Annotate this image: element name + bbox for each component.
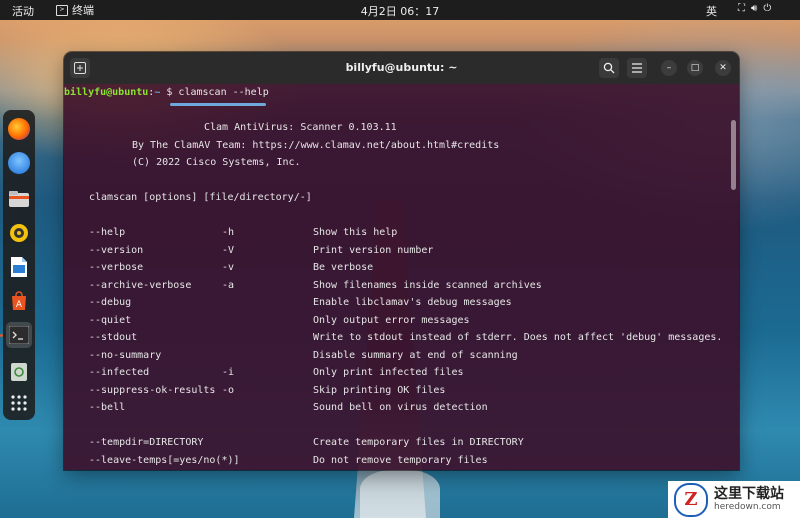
option-long: --quiet — [89, 314, 132, 326]
option-desc: Sound bell on virus detection — [313, 402, 488, 413]
thunderbird-icon[interactable] — [8, 152, 30, 174]
minimize-icon: – — [666, 63, 672, 73]
option-long: --version — [89, 244, 144, 256]
option-long: --stdout — [89, 332, 138, 343]
top-bar: 活动 > 终端 4月2日 06：17 英 ⛶ 🔊︎ ⏻ — [0, 0, 800, 20]
app-name: 终端 — [72, 4, 94, 17]
maximize-icon: □ — [690, 63, 700, 73]
command-highlight-underline — [170, 103, 266, 106]
option-long: --debug — [89, 297, 132, 308]
maximize-button[interactable]: □ — [687, 60, 703, 76]
network-icon: ⛶ — [738, 3, 745, 14]
svg-text:A: A — [16, 300, 23, 310]
option-long: --suppress-ok-results — [89, 384, 216, 396]
close-button[interactable]: ✕ — [715, 60, 731, 76]
scrollbar[interactable] — [731, 120, 736, 190]
clock[interactable]: 4月2日 06：17 — [361, 5, 440, 18]
prompt-line: billyfu@ubuntu:~ $ clamscan --help — [64, 87, 269, 98]
option-desc: Write to stdout instead of stderr. Does … — [313, 332, 723, 343]
writer-icon[interactable] — [8, 256, 30, 278]
watermark-text-cn: 这里下载站 — [714, 486, 784, 502]
site-watermark: Z 这里下载站 heredown.com — [668, 481, 800, 518]
usage-line: clamscan [options] [file/directory/-] — [89, 192, 312, 203]
prompt-path: ~ — [154, 87, 161, 98]
app-menu-button[interactable]: > 终端 — [56, 2, 94, 18]
option-desc: Skip printing OK files — [313, 384, 446, 396]
terminal-icon[interactable] — [6, 322, 32, 348]
option-long: --verbose — [89, 262, 144, 273]
option-desc: Disable summary at end of scanning — [313, 349, 518, 361]
option-desc: Only print infected files — [313, 367, 464, 378]
banner-line: (C) 2022 Cisco Systems, Inc. — [132, 157, 301, 168]
terminal-headerbar[interactable]: billyfu@ubuntu: ~ – □ ✕ — [64, 52, 739, 84]
option-desc: Be verbose — [313, 262, 374, 273]
option-short: -o — [222, 384, 235, 396]
new-tab-icon — [74, 62, 86, 74]
watermark-text-en: heredown.com — [714, 502, 781, 512]
option-long: --help — [89, 227, 126, 238]
option-desc: Enable libclamav's debug messages — [313, 297, 512, 308]
option-long: --bell — [89, 402, 126, 413]
option-desc: Do not remove temporary files — [313, 454, 488, 466]
option-short: -V — [222, 244, 235, 256]
option-long: --leave-temps[=yes/no(*)] — [89, 454, 240, 466]
close-icon: ✕ — [719, 63, 727, 73]
banner-line: Clam AntiVirus: Scanner 0.103.11 — [204, 122, 397, 133]
terminal-icon: > — [56, 4, 68, 16]
option-long: --infected — [89, 367, 150, 378]
window-title: billyfu@ubuntu: ~ — [345, 61, 458, 74]
input-method-indicator[interactable]: 英 — [706, 3, 717, 19]
files-icon[interactable] — [8, 188, 30, 210]
app-center-icon[interactable]: A — [8, 290, 30, 312]
option-short: -h — [222, 227, 235, 238]
option-desc: Show this help — [313, 227, 398, 238]
new-tab-button[interactable] — [70, 58, 90, 78]
option-short: -i — [222, 367, 235, 378]
option-long: --tempdir=DIRECTORY — [89, 437, 204, 448]
banner-line: By The ClamAV Team: https://www.clamav.n… — [132, 140, 500, 151]
activities-button[interactable]: 活动 — [12, 3, 34, 19]
prompt-symbol: $ — [166, 87, 173, 98]
volume-icon: 🔊︎ — [751, 3, 758, 14]
active-app-indicator — [0, 334, 3, 337]
search-button[interactable] — [599, 58, 619, 78]
terminal-output[interactable]: billyfu@ubuntu:~ $ clamscan --help Clam A… — [64, 84, 739, 470]
watermark-logo-letter: Z — [684, 489, 698, 510]
minimize-button[interactable]: – — [661, 60, 677, 76]
option-desc: Print version number — [313, 244, 434, 256]
option-short: -v — [222, 262, 235, 273]
watermark-logo: Z — [674, 482, 708, 517]
wallpaper-wake — [360, 470, 440, 518]
menu-button[interactable] — [627, 58, 647, 78]
option-desc: Show filenames inside scanned archives — [313, 279, 542, 291]
option-long: --archive-verbose — [89, 279, 192, 291]
option-long: --no-summary — [89, 349, 162, 361]
option-short: -a — [222, 279, 235, 291]
search-icon — [603, 62, 615, 74]
prompt-user: billyfu@ubuntu — [64, 87, 149, 98]
power-icon: ⏻ — [763, 3, 772, 14]
hamburger-menu-icon — [632, 63, 642, 73]
rhythmbox-icon[interactable] — [8, 222, 30, 244]
option-desc: Only output error messages — [313, 314, 470, 326]
command-text: clamscan --help — [178, 87, 269, 98]
terminal-window[interactable]: billyfu@ubuntu: ~ – □ ✕ billyfu@ubuntu:~… — [64, 52, 739, 470]
trash-icon[interactable] — [8, 360, 30, 382]
show-apps-icon[interactable] — [8, 392, 30, 414]
system-tray[interactable]: ⛶ 🔊︎ ⏻ — [738, 3, 771, 14]
dock: A — [3, 110, 35, 420]
option-desc: Create temporary files in DIRECTORY — [313, 437, 524, 448]
firefox-icon[interactable] — [8, 118, 30, 140]
